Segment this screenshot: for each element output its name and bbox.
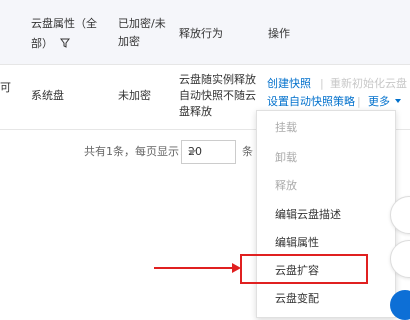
separator: | [320, 77, 324, 90]
auto-snapshot-policy-link[interactable]: 设置自动快照策略 [267, 93, 355, 111]
row-cell-release-line3: 盘释放 [179, 105, 212, 118]
pagination-suffix: 条 [242, 145, 253, 158]
filter-icon[interactable] [59, 38, 70, 48]
column-header-disk-attribute-line2[interactable]: 部） [31, 34, 70, 54]
row-cell-disk-attribute: 系统盘 [31, 89, 64, 102]
annotation-highlight-box [240, 254, 368, 284]
menu-item-edit-description[interactable]: 编辑云盘描述 [275, 206, 341, 224]
caret-down-icon [394, 99, 401, 103]
column-header-encrypted-line2: 加密 [118, 35, 140, 48]
annotation-arrow-line [154, 267, 234, 269]
page-size-select[interactable]: 20 [181, 140, 236, 164]
create-snapshot-link[interactable]: 创建快照 [267, 75, 311, 93]
separator: | [357, 95, 361, 108]
column-header-encrypted: 已加密/未 [118, 17, 166, 30]
menu-item-detach[interactable]: 卸载 [275, 149, 297, 167]
menu-item-release[interactable]: 释放 [275, 177, 297, 195]
menu-item-attach[interactable]: 挂载 [275, 119, 297, 137]
chevron-down-icon [188, 150, 196, 155]
row-cell-fragment: 可 [0, 81, 11, 94]
pagination-text: 共有1条，每页显示： [84, 145, 190, 158]
more-actions-menu: 挂载 卸载 释放 编辑云盘描述 编辑属性 云盘扩容 云盘变配 [256, 110, 396, 318]
row-cell-encrypted: 未加密 [118, 89, 151, 102]
column-header-disk-attribute[interactable]: 云盘属性（全 [31, 14, 97, 34]
column-header-operations: 操作 [268, 27, 290, 40]
menu-item-edit-attributes[interactable]: 编辑属性 [275, 234, 319, 252]
table-header: 云盘属性（全 部） 已加密/未 加密 释放行为 操作 [0, 0, 410, 65]
reinitialize-disk-link[interactable]: 重新初始化云盘 [330, 75, 407, 93]
more-dropdown-button[interactable]: 更多 [368, 93, 402, 111]
menu-item-change-disk-config[interactable]: 云盘变配 [275, 290, 319, 308]
column-header-release-behavior: 释放行为 [179, 27, 223, 40]
